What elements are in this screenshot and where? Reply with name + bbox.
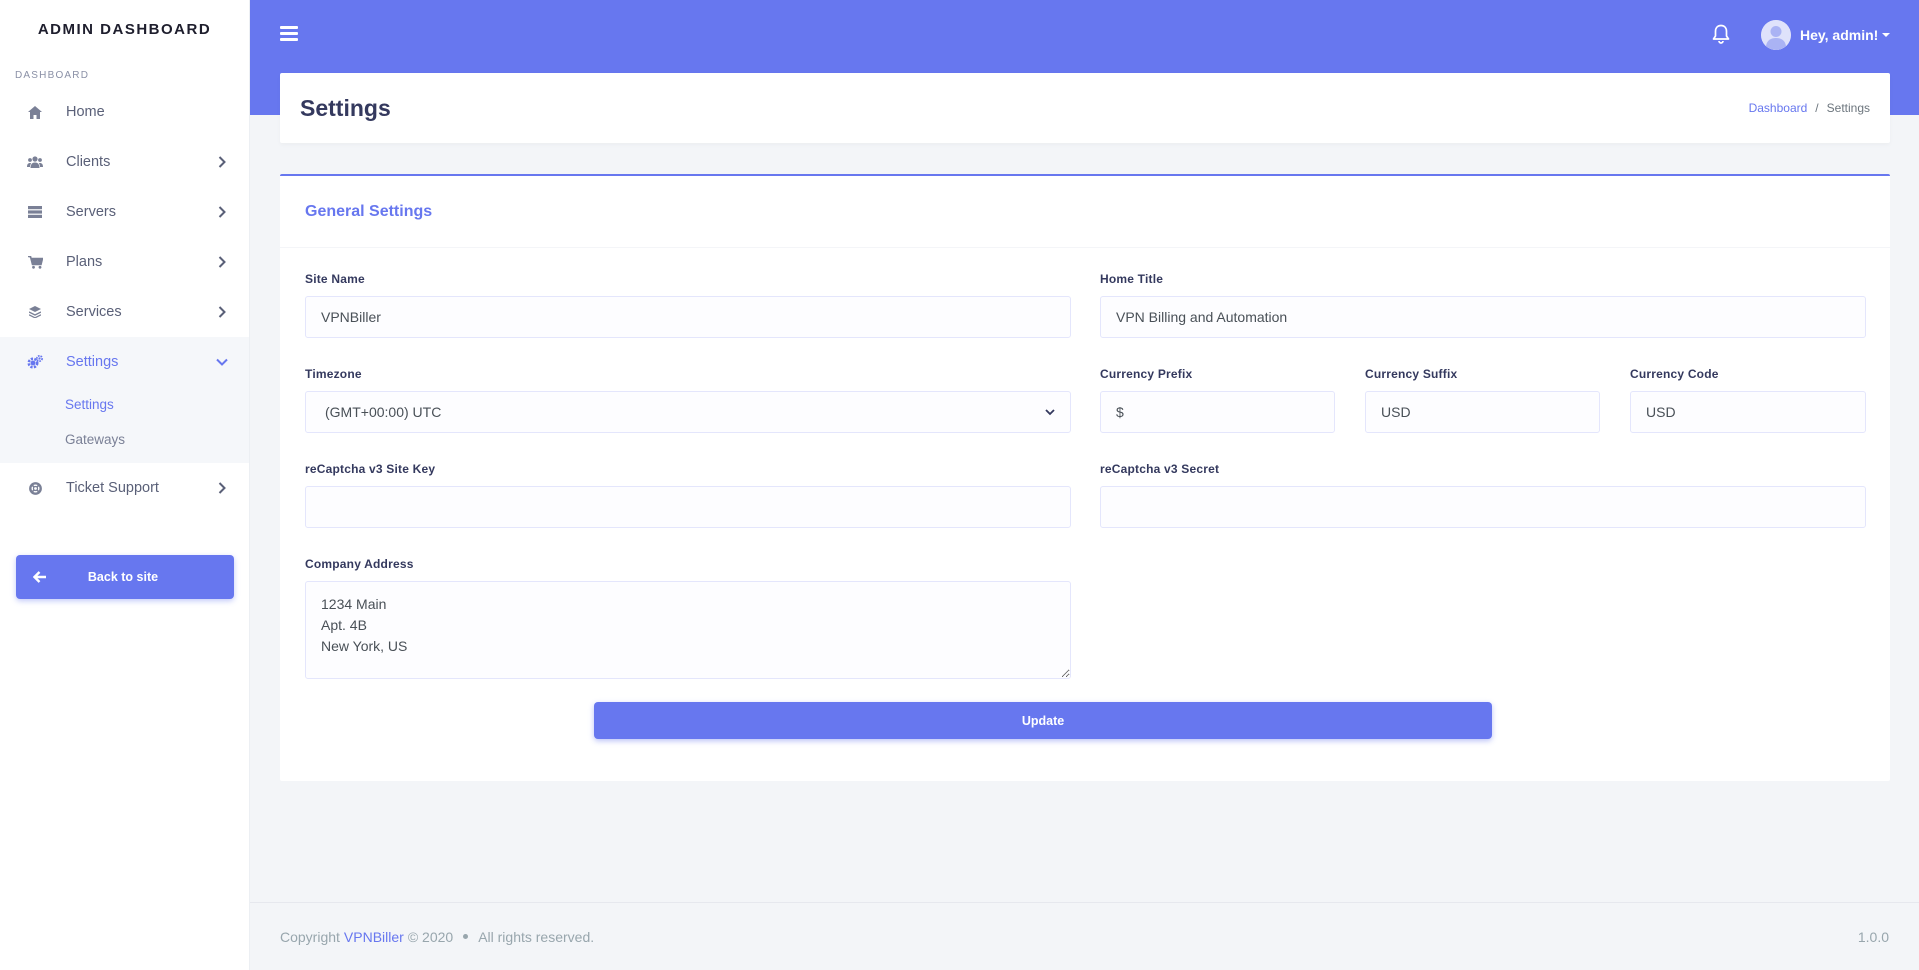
bullet-separator (463, 934, 469, 939)
sidebar-item-label: Servers (66, 204, 116, 220)
chevron-right-icon (215, 305, 229, 319)
site-name-label: Site Name (305, 272, 365, 286)
currency-prefix-label: Currency Prefix (1100, 367, 1193, 381)
page-header: Settings Dashboard / Settings (280, 73, 1890, 143)
home-title-label: Home Title (1100, 272, 1164, 286)
breadcrumb: Dashboard / Settings (1749, 101, 1870, 115)
chevron-down-icon (215, 355, 229, 369)
menu-toggle-icon[interactable] (280, 26, 298, 42)
card-title: General Settings (305, 202, 433, 220)
cogs-icon (26, 353, 44, 371)
sidebar-item-home[interactable]: Home (0, 87, 249, 137)
back-to-site-button[interactable]: Back to site (16, 555, 234, 599)
chevron-right-icon (215, 481, 229, 495)
submenu-item-gateways[interactable]: Gateways (0, 422, 249, 457)
footer: Copyright VPNBiller © 2020 All rights re… (250, 902, 1919, 970)
update-button[interactable]: Update (594, 702, 1492, 739)
version-text: 1.0.0 (1857, 928, 1889, 945)
chevron-right-icon (215, 205, 229, 219)
user-menu[interactable]: Hey, admin! (1761, 20, 1891, 50)
sidebar-item-label: Plans (66, 254, 103, 270)
layers-icon (26, 303, 44, 321)
chevron-right-icon (215, 155, 229, 169)
home-title-input[interactable] (1100, 296, 1866, 338)
sidebar-item-servers[interactable]: Servers (0, 187, 249, 237)
recaptcha-site-key-label: reCaptcha v3 Site Key (305, 462, 436, 476)
breadcrumb-separator: / (1815, 101, 1819, 115)
card-header: General Settings (280, 176, 1890, 248)
currency-code-input[interactable] (1630, 391, 1866, 433)
settings-submenu: Settings Gateways (0, 387, 249, 463)
user-greeting: Hey, admin! (1800, 27, 1879, 43)
breadcrumb-dashboard-link[interactable]: Dashboard (1749, 101, 1808, 115)
chevron-right-icon (215, 255, 229, 269)
sidebar-item-label: Clients (66, 154, 111, 170)
rights-text: All rights reserved. (478, 928, 595, 945)
sidebar-item-ticket-support[interactable]: Ticket Support (0, 463, 249, 513)
currency-code-label: Currency Code (1630, 367, 1719, 381)
timezone-selected-value: (GMT+00:00) UTC (325, 404, 442, 420)
breadcrumb-current: Settings (1826, 101, 1870, 115)
recaptcha-secret-label: reCaptcha v3 Secret (1100, 462, 1220, 476)
support-icon (26, 479, 44, 497)
bell-icon[interactable] (1712, 24, 1732, 46)
submenu-item-settings[interactable]: Settings (0, 387, 249, 422)
currency-suffix-label: Currency Suffix (1365, 367, 1458, 381)
site-name-input[interactable] (305, 296, 1071, 338)
timezone-label: Timezone (305, 367, 362, 381)
company-address-label: Company Address (305, 557, 414, 571)
footer-brand-link[interactable]: VPNBiller (344, 929, 404, 945)
sidebar-item-label: Ticket Support (66, 480, 159, 496)
sidebar: ADMIN DASHBOARD DASHBOARD Home Clients S… (0, 0, 250, 970)
currency-prefix-input[interactable] (1100, 391, 1335, 433)
recaptcha-site-key-input[interactable] (305, 486, 1071, 528)
general-settings-card: General Settings Site Name Home Title Ti… (280, 174, 1890, 781)
chevron-down-icon (1045, 407, 1055, 417)
sidebar-item-plans[interactable]: Plans (0, 237, 249, 287)
sidebar-item-services[interactable]: Services (0, 287, 249, 337)
sidebar-item-label: Home (66, 104, 105, 120)
brand-title[interactable]: ADMIN DASHBOARD (0, 0, 249, 58)
sidebar-item-label: Services (66, 304, 122, 320)
back-to-site-label: Back to site (87, 570, 159, 584)
server-icon (26, 203, 44, 221)
page-title: Settings (300, 94, 391, 121)
caret-down-icon (1882, 33, 1891, 37)
company-address-textarea[interactable]: 1234 Main Apt. 4B New York, US (305, 581, 1071, 679)
footer-copyright: Copyright VPNBiller © 2020 All rights re… (280, 929, 1858, 945)
users-icon (26, 153, 44, 171)
copyright-prefix: Copyright (280, 928, 340, 945)
arrow-left-icon (32, 569, 48, 585)
sidebar-item-settings[interactable]: Settings (0, 337, 249, 387)
sidebar-item-clients[interactable]: Clients (0, 137, 249, 187)
timezone-select[interactable]: (GMT+00:00) UTC (305, 391, 1071, 433)
recaptcha-secret-input[interactable] (1100, 486, 1866, 528)
avatar (1761, 20, 1791, 50)
cart-icon (26, 253, 44, 271)
sidebar-item-label: Settings (66, 354, 119, 370)
nav-heading: DASHBOARD (15, 70, 90, 81)
home-icon (26, 103, 44, 121)
copyright-year: © 2020 (407, 928, 454, 945)
currency-suffix-input[interactable] (1365, 391, 1600, 433)
